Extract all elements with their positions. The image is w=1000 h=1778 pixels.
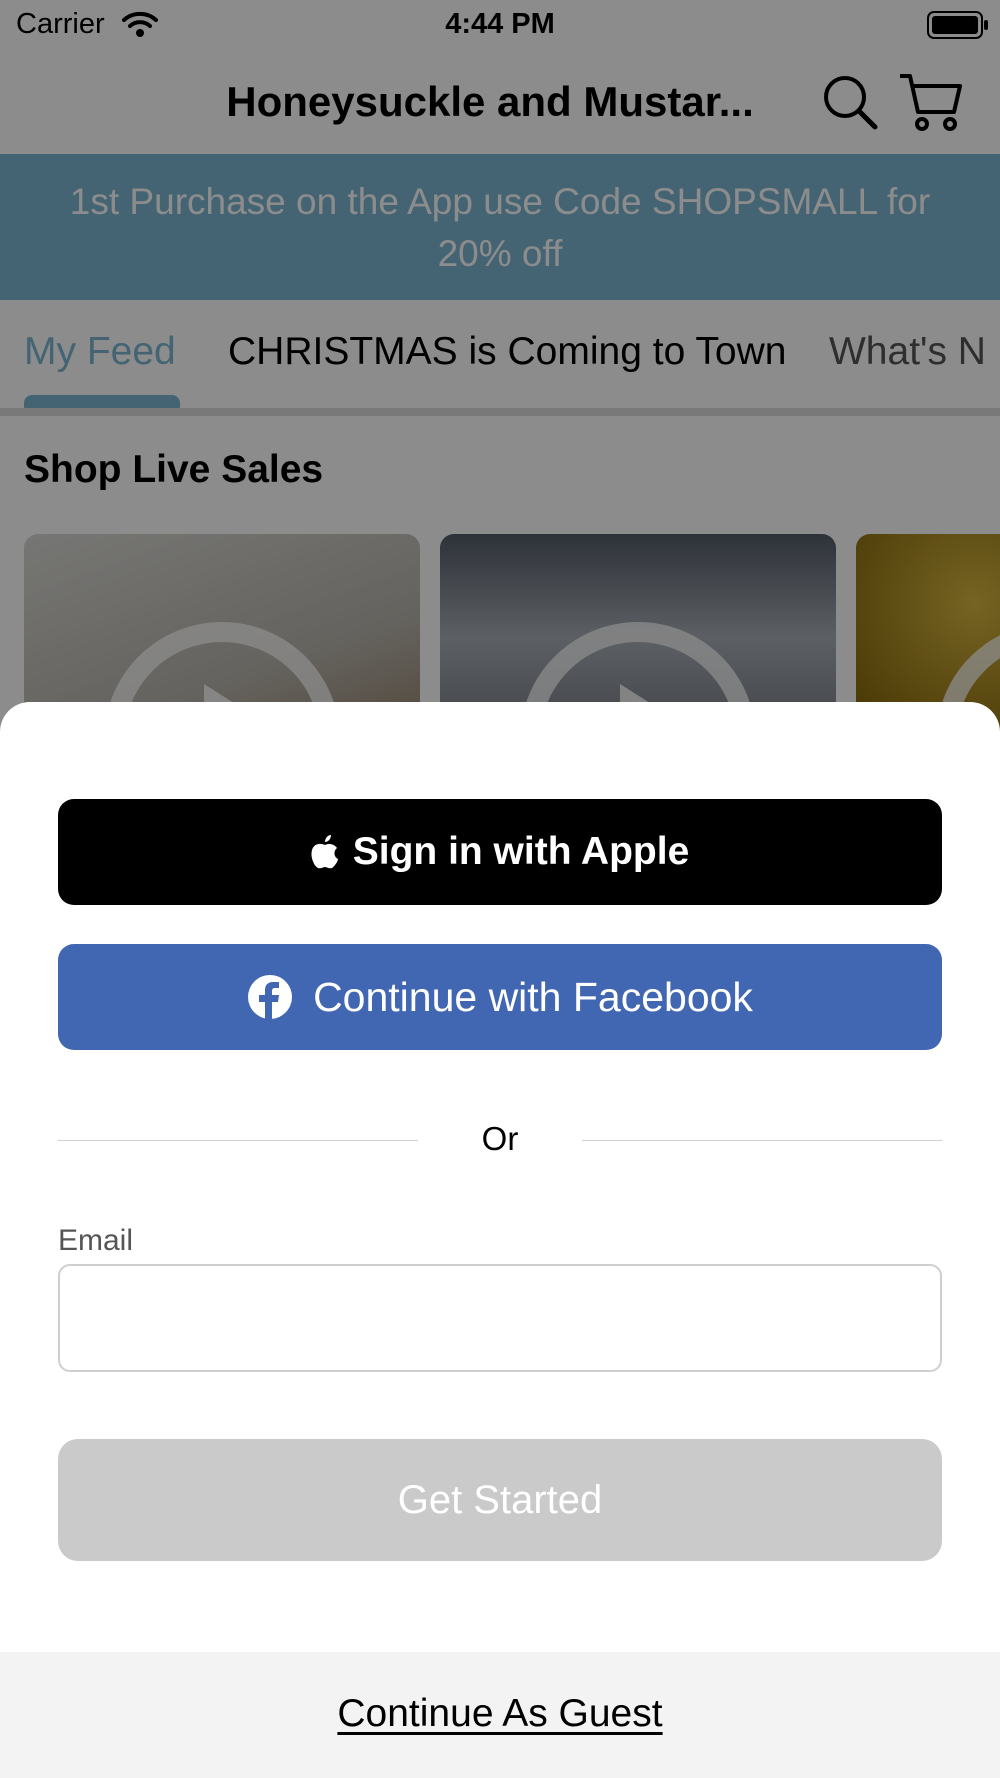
- or-separator: Or: [481, 1120, 519, 1157]
- sign-in-with-apple-label: Sign in with Apple: [352, 830, 690, 873]
- email-label: Email: [58, 1224, 134, 1257]
- guest-bar: Continue As Guest: [0, 1652, 1000, 1778]
- get-started-label: Get Started: [397, 1477, 603, 1522]
- sign-in-sheet: Sign in with Apple Continue with Faceboo…: [0, 702, 1000, 1778]
- sign-in-with-apple-button[interactable]: Sign in with Apple: [58, 799, 942, 905]
- continue-with-facebook-label: Continue with Facebook: [313, 973, 753, 1020]
- apple-icon: [311, 835, 338, 869]
- divider-right: [582, 1140, 942, 1141]
- continue-as-guest-link[interactable]: Continue As Guest: [0, 1692, 1000, 1736]
- continue-with-facebook-button[interactable]: Continue with Facebook: [58, 944, 942, 1050]
- get-started-button[interactable]: Get Started: [58, 1439, 942, 1561]
- email-field[interactable]: [58, 1264, 942, 1372]
- facebook-icon: [248, 975, 293, 1020]
